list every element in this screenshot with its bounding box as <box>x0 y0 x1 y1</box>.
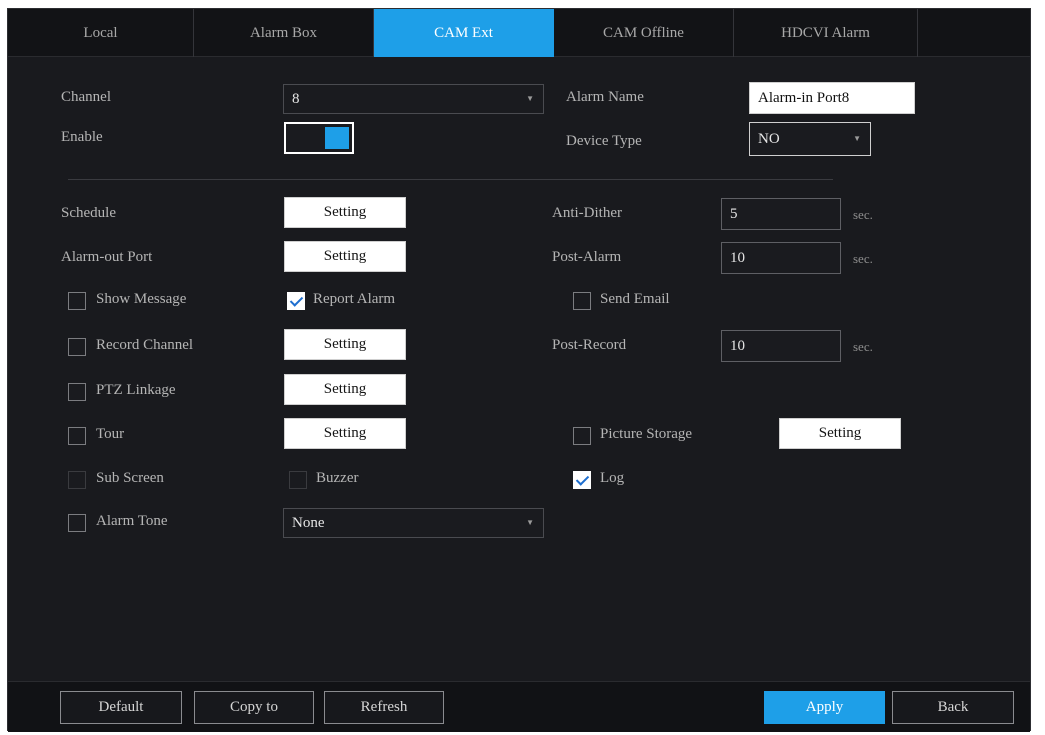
schedule-setting-button[interactable]: Setting <box>284 197 406 228</box>
post-alarm-label: Post-Alarm <box>552 249 622 265</box>
back-button[interactable]: Back <box>892 691 1014 724</box>
toggle-knob <box>325 127 349 149</box>
enable-toggle[interactable] <box>284 122 354 154</box>
apply-button[interactable]: Apply <box>764 691 885 724</box>
picture-storage-setting-button[interactable]: Setting <box>779 418 901 449</box>
alarm-tone-label: Alarm Tone <box>96 513 168 529</box>
show-message-checkbox[interactable] <box>68 292 86 310</box>
tab-cam-offline[interactable]: CAM Offline <box>554 9 734 57</box>
alarm-tone-value: None <box>292 515 325 531</box>
buzzer-checkbox[interactable] <box>289 471 307 489</box>
device-type-select[interactable]: NO ▼ <box>749 122 871 156</box>
tab-bar: Local Alarm Box CAM Ext CAM Offline HDCV… <box>8 9 1030 57</box>
channel-label: Channel <box>61 89 111 105</box>
schedule-label: Schedule <box>61 205 116 221</box>
record-channel-label: Record Channel <box>96 337 194 353</box>
alarm-out-port-setting-button[interactable]: Setting <box>284 241 406 272</box>
copy-to-button[interactable]: Copy to <box>194 691 314 724</box>
post-alarm-input[interactable]: 10 <box>721 242 841 274</box>
tab-cam-ext[interactable]: CAM Ext <box>374 9 554 57</box>
ptz-linkage-label: PTZ Linkage <box>96 382 176 398</box>
section-divider <box>68 179 833 180</box>
tab-alarm-box[interactable]: Alarm Box <box>194 9 374 57</box>
chevron-down-icon: ▼ <box>526 518 534 527</box>
channel-value: 8 <box>292 91 300 107</box>
log-label: Log <box>600 470 625 486</box>
picture-storage-label: Picture Storage <box>600 426 693 442</box>
sub-screen-checkbox[interactable] <box>68 471 86 489</box>
record-channel-checkbox[interactable] <box>68 338 86 356</box>
report-alarm-checkbox[interactable] <box>287 292 305 310</box>
alarm-settings-panel: Local Alarm Box CAM Ext CAM Offline HDCV… <box>7 8 1031 732</box>
log-checkbox[interactable] <box>573 471 591 489</box>
alarm-tone-checkbox[interactable] <box>68 514 86 532</box>
sub-screen-label: Sub Screen <box>96 470 164 486</box>
buzzer-label: Buzzer <box>316 470 359 486</box>
record-channel-setting-button[interactable]: Setting <box>284 329 406 360</box>
footer-bar: Default Copy to Refresh Apply Back <box>8 681 1030 732</box>
alarm-name-input[interactable]: Alarm-in Port8 <box>749 82 915 114</box>
send-email-label: Send Email <box>600 291 670 307</box>
tab-local[interactable]: Local <box>8 9 194 57</box>
enable-label: Enable <box>61 129 103 145</box>
report-alarm-label: Report Alarm <box>313 291 396 307</box>
default-button[interactable]: Default <box>60 691 182 724</box>
chevron-down-icon: ▼ <box>526 94 534 103</box>
tour-label: Tour <box>96 426 125 442</box>
chevron-down-icon: ▼ <box>853 134 861 143</box>
anti-dither-input[interactable]: 5 <box>721 198 841 230</box>
ptz-linkage-setting-button[interactable]: Setting <box>284 374 406 405</box>
tour-checkbox[interactable] <box>68 427 86 445</box>
tour-setting-button[interactable]: Setting <box>284 418 406 449</box>
alarm-out-port-label: Alarm-out Port <box>61 249 153 265</box>
alarm-tone-select[interactable]: None ▼ <box>283 508 544 538</box>
alarm-name-label: Alarm Name <box>566 89 644 105</box>
anti-dither-label: Anti-Dither <box>552 205 622 221</box>
ptz-linkage-checkbox[interactable] <box>68 383 86 401</box>
device-type-value: NO <box>758 131 780 147</box>
anti-dither-unit: sec. <box>853 207 873 222</box>
picture-storage-checkbox[interactable] <box>573 427 591 445</box>
post-alarm-unit: sec. <box>853 251 873 266</box>
post-record-input[interactable]: 10 <box>721 330 841 362</box>
post-record-label: Post-Record <box>552 337 627 353</box>
send-email-checkbox[interactable] <box>573 292 591 310</box>
show-message-label: Show Message <box>96 291 187 307</box>
device-type-label: Device Type <box>566 133 642 149</box>
post-record-unit: sec. <box>853 339 873 354</box>
refresh-button[interactable]: Refresh <box>324 691 444 724</box>
channel-select[interactable]: 8 ▼ <box>283 84 544 114</box>
tab-hdcvi-alarm[interactable]: HDCVI Alarm <box>734 9 918 57</box>
